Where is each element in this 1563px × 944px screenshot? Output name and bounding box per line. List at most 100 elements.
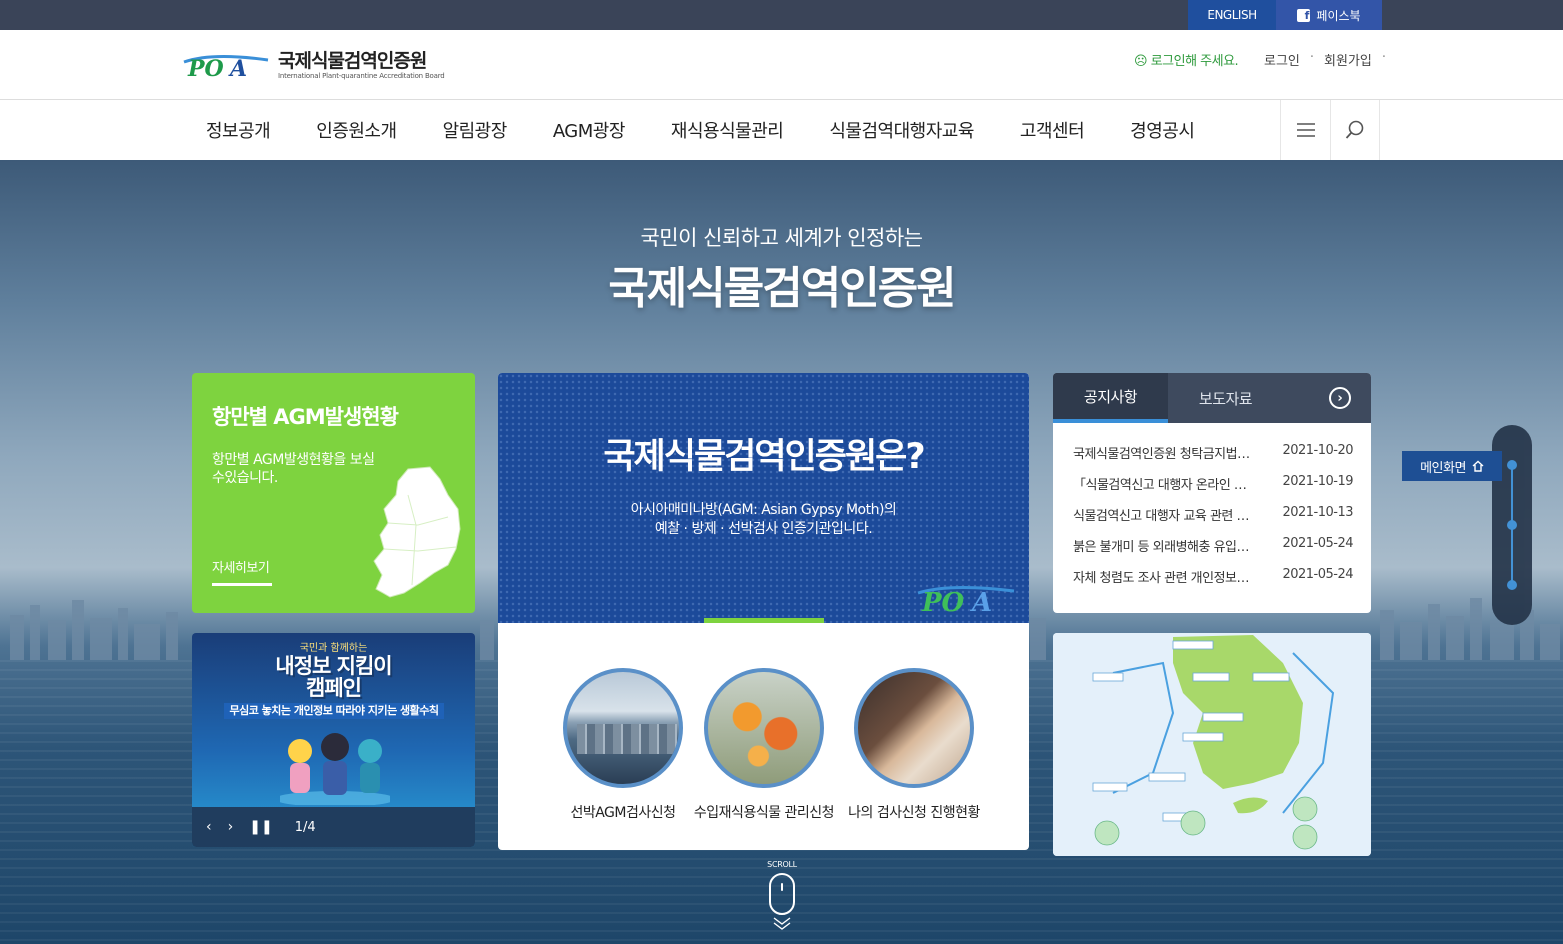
nav-item-agm[interactable]: AGM광장 [553, 117, 626, 143]
notice-title: 국제식물검역인증원 청탁금지법 관련 [1073, 447, 1253, 462]
nav-item-education[interactable]: 식물검역대행자교육 [829, 117, 974, 143]
signup-link[interactable]: 회원가입 [1324, 50, 1372, 69]
indicator-dot[interactable] [1507, 520, 1517, 530]
mouse-icon [769, 873, 795, 915]
nav-item-management[interactable]: 경영공시 [1130, 117, 1195, 143]
notice-date: 2021-10-20 [1282, 443, 1353, 458]
login-message-text: 로그인해 주세요. [1150, 54, 1239, 69]
my-inspection-label: 나의 검사신청 진행현황 [848, 805, 980, 821]
main-screen-button[interactable]: 메인화면 [1402, 451, 1502, 481]
agm-card-more-link[interactable]: 자세히보기 [212, 557, 270, 576]
campaign-small-text: 국민과 함께하는 [299, 643, 368, 654]
search-icon [1345, 120, 1364, 139]
notice-tabs: 공지사항 보도자료 › [1053, 373, 1371, 423]
chevron-down-icon [773, 917, 791, 930]
user-icon: ☹ [1134, 54, 1148, 69]
svg-text:A: A [969, 588, 992, 615]
agm-card-desc: 항만별 AGM발생현황을 보실수있습니다. [212, 452, 375, 486]
notice-title: 붉은 불개미 등 외래병해충 유입 차단 [1073, 540, 1253, 555]
cargo-ship-image [563, 668, 683, 788]
search-button[interactable] [1330, 100, 1380, 160]
hamburger-icon [1296, 123, 1315, 137]
english-link[interactable]: ENGLISH [1188, 0, 1276, 30]
indicator-dot[interactable] [1507, 580, 1517, 590]
campaign-title-line2: 캠페인 [306, 676, 362, 700]
facebook-icon: f [1297, 8, 1311, 22]
about-card-title: 국제식물검역인증원은? [603, 437, 925, 477]
site-logo[interactable]: PO A 국제식물검역인증원 International Plant-quara… [182, 50, 445, 80]
login-link[interactable]: 로그인 [1264, 50, 1300, 69]
main-screen-label: 메인화면 [1420, 460, 1466, 476]
about-card-desc: 아시아매미나방(AGM: Asian Gypsy Moth)의 예찰 · 방제 … [498, 501, 1029, 539]
list-item[interactable]: 붉은 불개미 등 외래병해충 유입 차단 2021-05-24 [1073, 536, 1353, 567]
campaign-title-line1: 내정보 지킴이 [275, 654, 392, 678]
svg-text:PO: PO [921, 588, 965, 615]
tab-notice[interactable]: 공지사항 [1053, 373, 1168, 423]
agm-status-card[interactable]: 항만별 AGM발생현황 항만별 AGM발생현황을 보실수있습니다. 자세히보기 [192, 373, 475, 613]
slide-counter: 1/4 [294, 819, 316, 835]
prev-arrow-icon[interactable]: ‹ [206, 819, 212, 835]
list-item[interactable]: 「식물검역신고 대행자 온라인 교육」 2021-10-19 [1073, 474, 1353, 505]
campaign-tagline: 무심코 놓치는 개인정보 따라야 지키는 생활수칙 [224, 703, 444, 719]
privacy-campaign-banner[interactable]: 국민과 함께하는 내정보 지킴이 캠페인 무심코 놓치는 개인정보 따라야 지키… [192, 633, 475, 847]
svg-text:A: A [228, 56, 247, 80]
about-desc-line1: 아시아매미나방(AGM: Asian Gypsy Moth)의 [630, 502, 897, 518]
korea-map-icon [373, 466, 461, 598]
notice-list: 국제식물검역인증원 청탁금지법 관련 2021-10-20 「식물검역신고 대행자… [1073, 443, 1353, 598]
ship-agm-label: 선박AGM검사신청 [570, 805, 676, 821]
separator-dot: · [1309, 50, 1315, 65]
more-circle-arrow-icon[interactable]: › [1329, 387, 1351, 409]
my-inspection-status-link[interactable]: 나의 검사신청 진행현황 [834, 668, 994, 822]
notice-board: 공지사항 보도자료 › 국제식물검역인증원 청탁금지법 관련 2021-10-20… [1053, 373, 1371, 613]
about-card: 국제식물검역인증원은? 아시아매미나방(AGM: Asian Gypsy Mot… [498, 373, 1029, 850]
poppy-flowers-image [704, 668, 824, 788]
tab-press[interactable]: 보도자료 [1168, 373, 1283, 423]
nav-item-about[interactable]: 인증원소개 [316, 117, 397, 143]
pause-icon[interactable]: ❚❚ [249, 819, 272, 835]
nav-item-plant[interactable]: 재식용식물관리 [671, 117, 784, 143]
header-links: 로그인 · 회원가입 · [1264, 50, 1386, 69]
login-message: ☹ 로그인해 주세요. [1134, 50, 1239, 69]
import-plant-management-link[interactable]: 수입재식용식물 관리신청 [684, 668, 844, 822]
campaign-title: 내정보 지킴이 캠페인 [192, 655, 475, 699]
list-item[interactable]: 자체 청렴도 조사 관련 개인정보 수집 2021-05-24 [1073, 567, 1353, 598]
campaign-controls: ‹ › ❚❚ 1/4 [192, 807, 475, 847]
korea-sea-zone-map [1053, 633, 1371, 856]
notice-date: 2021-05-24 [1282, 536, 1353, 551]
indicator-dot[interactable] [1507, 460, 1517, 470]
about-card-accent-bar [704, 618, 824, 623]
notice-title: 식물검역신고 대행자 교육 관련 안내 [1073, 509, 1253, 524]
facebook-label: 페이스북 [1316, 8, 1361, 23]
writing-hand-image [854, 668, 974, 788]
notice-date: 2021-05-24 [1282, 567, 1353, 582]
notice-title: 「식물검역신고 대행자 온라인 교육」 [1073, 478, 1253, 493]
sea-zone-map-card[interactable] [1053, 633, 1371, 856]
home-icon [1472, 460, 1484, 472]
nav-item-info[interactable]: 정보공개 [206, 117, 271, 143]
list-item[interactable]: 식물검역신고 대행자 교육 관련 안내 2021-10-13 [1073, 505, 1353, 536]
poa-logo-icon: PO A [917, 585, 1015, 615]
list-item[interactable]: 국제식물검역인증원 청탁금지법 관련 2021-10-20 [1073, 443, 1353, 474]
svg-text:PO: PO [187, 56, 224, 80]
logo-title: 국제식물검역인증원 [278, 50, 427, 72]
separator-dot: · [1381, 50, 1387, 65]
main-nav: 정보공개 인증원소개 알림광장 AGM광장 재식용식물관리 식물검역대행자교육 … [0, 100, 1563, 160]
logo-subtitle: International Plant-quarantine Accredita… [278, 72, 445, 80]
import-plant-label: 수입재식용식물 관리신청 [693, 805, 835, 821]
site-header: PO A 국제식물검역인증원 International Plant-quara… [0, 30, 1563, 100]
nav-item-notice[interactable]: 알림광장 [443, 117, 508, 143]
campaign-characters-image [280, 733, 390, 805]
next-arrow-icon[interactable]: › [228, 819, 234, 835]
about-desc-line2: 예찰 · 방제 · 선박검사 인증기관입니다. [654, 521, 873, 537]
ship-agm-inspection-link[interactable]: 선박AGM검사신청 [543, 668, 703, 822]
agm-card-underline [212, 583, 272, 586]
top-utility-bar: ENGLISH f 페이스북 [0, 0, 1563, 30]
menu-button[interactable] [1280, 100, 1330, 160]
facebook-link[interactable]: f 페이스북 [1276, 0, 1382, 30]
agm-card-title: 항만별 AGM발생현황 [212, 405, 399, 429]
hero-section: 국민이 신뢰하고 세계가 인정하는 국제식물검역인증원 항만별 AGM발생현황 … [0, 160, 1563, 944]
scroll-indicator[interactable]: SCROLL [752, 860, 812, 934]
notice-date: 2021-10-19 [1282, 474, 1353, 489]
nav-item-customer[interactable]: 고객센터 [1020, 117, 1085, 143]
hero-subtitle: 국민이 신뢰하고 세계가 인정하는 [640, 226, 923, 250]
